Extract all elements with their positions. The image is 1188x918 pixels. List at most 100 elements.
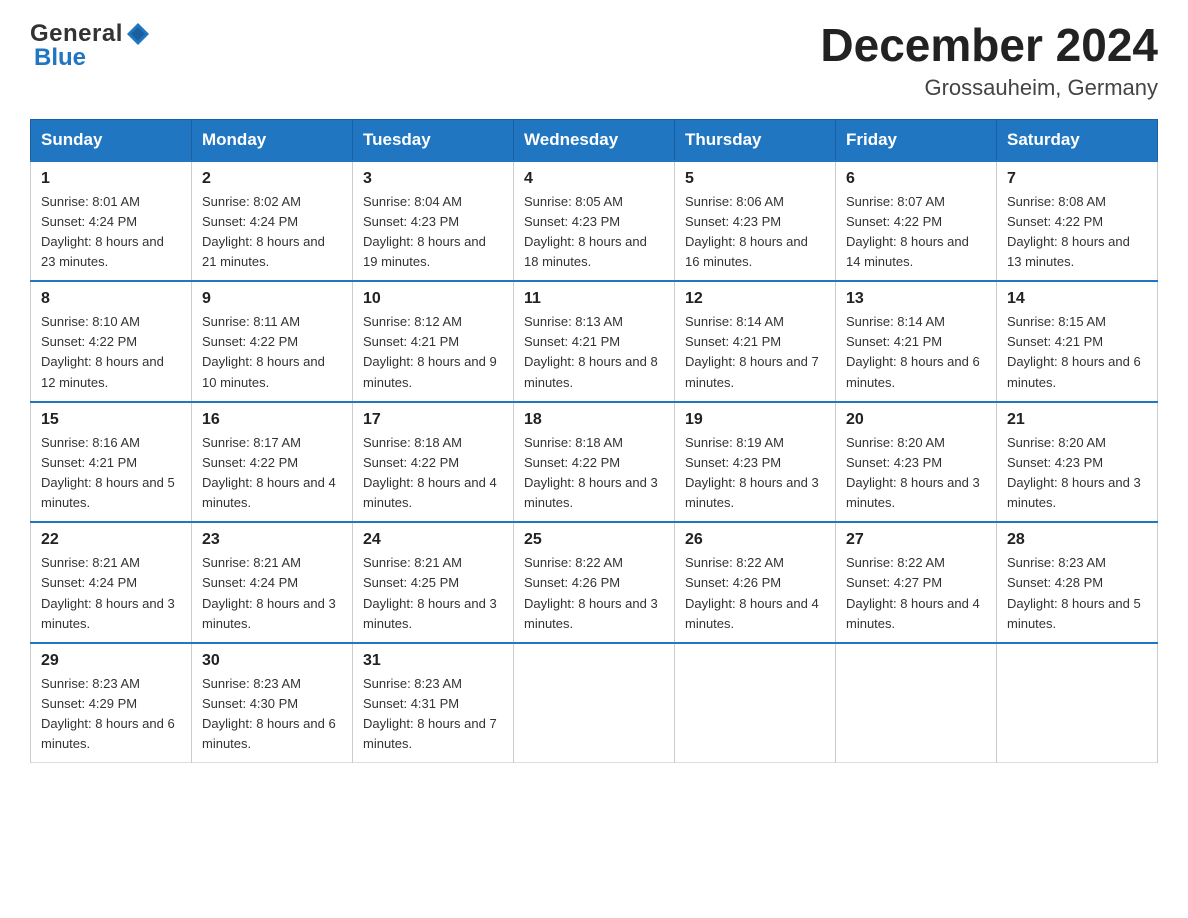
calendar-cell: 11 Sunrise: 8:13 AMSunset: 4:21 PMDaylig… [514, 281, 675, 402]
logo-flag-icon [125, 21, 151, 47]
calendar-cell: 29 Sunrise: 8:23 AMSunset: 4:29 PMDaylig… [31, 643, 192, 763]
day-info: Sunrise: 8:02 AMSunset: 4:24 PMDaylight:… [202, 194, 325, 269]
calendar-cell: 13 Sunrise: 8:14 AMSunset: 4:21 PMDaylig… [836, 281, 997, 402]
day-number: 4 [524, 170, 664, 188]
day-info: Sunrise: 8:23 AMSunset: 4:30 PMDaylight:… [202, 676, 336, 751]
day-info: Sunrise: 8:15 AMSunset: 4:21 PMDaylight:… [1007, 314, 1141, 389]
day-number: 7 [1007, 170, 1147, 188]
day-number: 16 [202, 411, 342, 429]
day-info: Sunrise: 8:14 AMSunset: 4:21 PMDaylight:… [685, 314, 819, 389]
calendar-week-row: 8 Sunrise: 8:10 AMSunset: 4:22 PMDayligh… [31, 281, 1158, 402]
calendar-subtitle: Grossauheim, Germany [820, 75, 1158, 101]
calendar-cell: 18 Sunrise: 8:18 AMSunset: 4:22 PMDaylig… [514, 402, 675, 523]
day-info: Sunrise: 8:18 AMSunset: 4:22 PMDaylight:… [363, 435, 497, 510]
day-number: 8 [41, 290, 181, 308]
day-info: Sunrise: 8:08 AMSunset: 4:22 PMDaylight:… [1007, 194, 1130, 269]
day-number: 31 [363, 652, 503, 670]
day-number: 11 [524, 290, 664, 308]
day-number: 26 [685, 531, 825, 549]
day-number: 14 [1007, 290, 1147, 308]
calendar-cell: 31 Sunrise: 8:23 AMSunset: 4:31 PMDaylig… [353, 643, 514, 763]
day-number: 3 [363, 170, 503, 188]
day-number: 25 [524, 531, 664, 549]
day-info: Sunrise: 8:22 AMSunset: 4:27 PMDaylight:… [846, 555, 980, 630]
day-number: 5 [685, 170, 825, 188]
calendar-title: December 2024 [820, 20, 1158, 71]
day-number: 22 [41, 531, 181, 549]
calendar-cell: 14 Sunrise: 8:15 AMSunset: 4:21 PMDaylig… [997, 281, 1158, 402]
calendar-cell: 22 Sunrise: 8:21 AMSunset: 4:24 PMDaylig… [31, 522, 192, 643]
calendar-cell: 1 Sunrise: 8:01 AMSunset: 4:24 PMDayligh… [31, 161, 192, 282]
day-number: 30 [202, 652, 342, 670]
day-info: Sunrise: 8:06 AMSunset: 4:23 PMDaylight:… [685, 194, 808, 269]
calendar-cell: 8 Sunrise: 8:10 AMSunset: 4:22 PMDayligh… [31, 281, 192, 402]
logo-blue-text: Blue [34, 44, 86, 72]
calendar-week-row: 22 Sunrise: 8:21 AMSunset: 4:24 PMDaylig… [31, 522, 1158, 643]
calendar-cell: 27 Sunrise: 8:22 AMSunset: 4:27 PMDaylig… [836, 522, 997, 643]
calendar-cell: 25 Sunrise: 8:22 AMSunset: 4:26 PMDaylig… [514, 522, 675, 643]
day-info: Sunrise: 8:19 AMSunset: 4:23 PMDaylight:… [685, 435, 819, 510]
calendar-cell: 21 Sunrise: 8:20 AMSunset: 4:23 PMDaylig… [997, 402, 1158, 523]
day-info: Sunrise: 8:18 AMSunset: 4:22 PMDaylight:… [524, 435, 658, 510]
day-info: Sunrise: 8:10 AMSunset: 4:22 PMDaylight:… [41, 314, 164, 389]
weekday-header-monday: Monday [192, 119, 353, 161]
page-header: General Blue December 2024 Grossauheim, … [30, 20, 1158, 101]
calendar-body: 1 Sunrise: 8:01 AMSunset: 4:24 PMDayligh… [31, 161, 1158, 763]
day-number: 27 [846, 531, 986, 549]
day-info: Sunrise: 8:17 AMSunset: 4:22 PMDaylight:… [202, 435, 336, 510]
day-info: Sunrise: 8:20 AMSunset: 4:23 PMDaylight:… [846, 435, 980, 510]
day-number: 15 [41, 411, 181, 429]
weekday-header-row: SundayMondayTuesdayWednesdayThursdayFrid… [31, 119, 1158, 161]
weekday-header-friday: Friday [836, 119, 997, 161]
calendar-cell: 20 Sunrise: 8:20 AMSunset: 4:23 PMDaylig… [836, 402, 997, 523]
calendar-week-row: 29 Sunrise: 8:23 AMSunset: 4:29 PMDaylig… [31, 643, 1158, 763]
day-info: Sunrise: 8:01 AMSunset: 4:24 PMDaylight:… [41, 194, 164, 269]
calendar-cell [997, 643, 1158, 763]
weekday-header-thursday: Thursday [675, 119, 836, 161]
day-info: Sunrise: 8:12 AMSunset: 4:21 PMDaylight:… [363, 314, 497, 389]
weekday-header-saturday: Saturday [997, 119, 1158, 161]
calendar-table: SundayMondayTuesdayWednesdayThursdayFrid… [30, 119, 1158, 764]
calendar-cell: 24 Sunrise: 8:21 AMSunset: 4:25 PMDaylig… [353, 522, 514, 643]
day-info: Sunrise: 8:16 AMSunset: 4:21 PMDaylight:… [41, 435, 175, 510]
calendar-cell: 23 Sunrise: 8:21 AMSunset: 4:24 PMDaylig… [192, 522, 353, 643]
calendar-cell: 19 Sunrise: 8:19 AMSunset: 4:23 PMDaylig… [675, 402, 836, 523]
calendar-week-row: 15 Sunrise: 8:16 AMSunset: 4:21 PMDaylig… [31, 402, 1158, 523]
day-number: 29 [41, 652, 181, 670]
calendar-cell: 30 Sunrise: 8:23 AMSunset: 4:30 PMDaylig… [192, 643, 353, 763]
day-number: 2 [202, 170, 342, 188]
day-info: Sunrise: 8:23 AMSunset: 4:28 PMDaylight:… [1007, 555, 1141, 630]
day-info: Sunrise: 8:21 AMSunset: 4:24 PMDaylight:… [41, 555, 175, 630]
day-info: Sunrise: 8:07 AMSunset: 4:22 PMDaylight:… [846, 194, 969, 269]
day-number: 19 [685, 411, 825, 429]
calendar-cell: 28 Sunrise: 8:23 AMSunset: 4:28 PMDaylig… [997, 522, 1158, 643]
day-number: 1 [41, 170, 181, 188]
day-number: 23 [202, 531, 342, 549]
logo: General Blue [30, 20, 151, 72]
day-number: 20 [846, 411, 986, 429]
calendar-week-row: 1 Sunrise: 8:01 AMSunset: 4:24 PMDayligh… [31, 161, 1158, 282]
calendar-cell: 26 Sunrise: 8:22 AMSunset: 4:26 PMDaylig… [675, 522, 836, 643]
day-info: Sunrise: 8:21 AMSunset: 4:25 PMDaylight:… [363, 555, 497, 630]
day-number: 21 [1007, 411, 1147, 429]
day-info: Sunrise: 8:23 AMSunset: 4:31 PMDaylight:… [363, 676, 497, 751]
calendar-cell: 12 Sunrise: 8:14 AMSunset: 4:21 PMDaylig… [675, 281, 836, 402]
calendar-cell: 7 Sunrise: 8:08 AMSunset: 4:22 PMDayligh… [997, 161, 1158, 282]
calendar-cell [514, 643, 675, 763]
day-info: Sunrise: 8:04 AMSunset: 4:23 PMDaylight:… [363, 194, 486, 269]
calendar-cell: 3 Sunrise: 8:04 AMSunset: 4:23 PMDayligh… [353, 161, 514, 282]
title-section: December 2024 Grossauheim, Germany [820, 20, 1158, 101]
day-info: Sunrise: 8:13 AMSunset: 4:21 PMDaylight:… [524, 314, 658, 389]
day-info: Sunrise: 8:05 AMSunset: 4:23 PMDaylight:… [524, 194, 647, 269]
day-number: 10 [363, 290, 503, 308]
calendar-cell: 15 Sunrise: 8:16 AMSunset: 4:21 PMDaylig… [31, 402, 192, 523]
day-number: 9 [202, 290, 342, 308]
day-number: 28 [1007, 531, 1147, 549]
calendar-cell: 17 Sunrise: 8:18 AMSunset: 4:22 PMDaylig… [353, 402, 514, 523]
calendar-cell: 4 Sunrise: 8:05 AMSunset: 4:23 PMDayligh… [514, 161, 675, 282]
calendar-cell: 2 Sunrise: 8:02 AMSunset: 4:24 PMDayligh… [192, 161, 353, 282]
day-number: 13 [846, 290, 986, 308]
day-number: 18 [524, 411, 664, 429]
calendar-cell [836, 643, 997, 763]
day-info: Sunrise: 8:22 AMSunset: 4:26 PMDaylight:… [524, 555, 658, 630]
